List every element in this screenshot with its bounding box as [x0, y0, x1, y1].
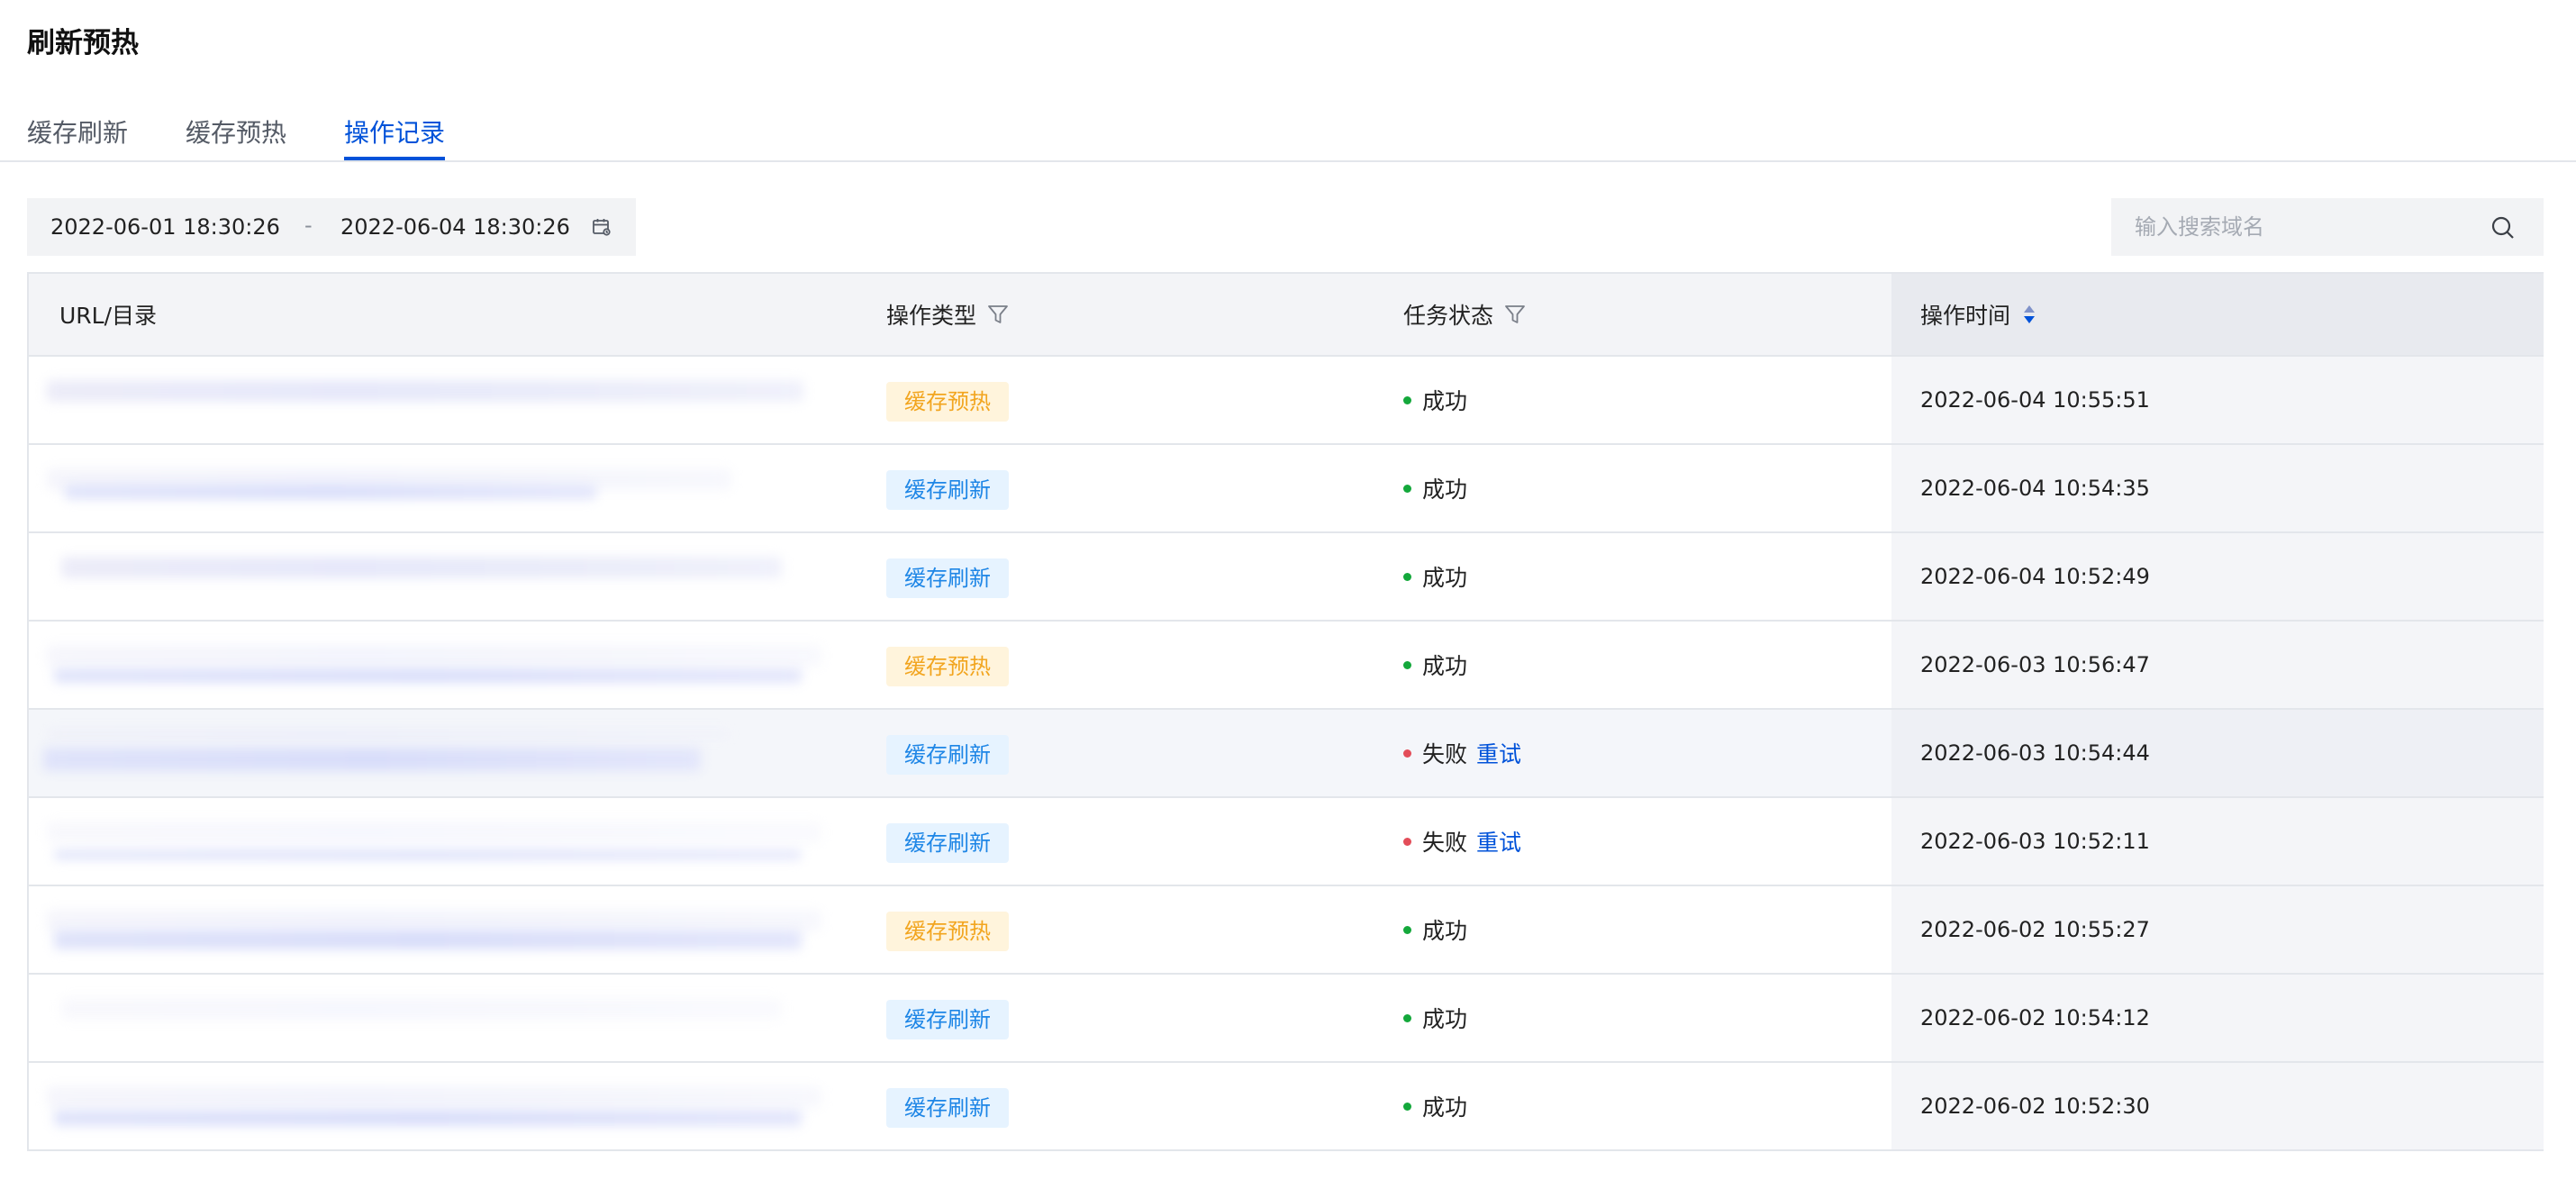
status-dot — [1403, 925, 1411, 934]
date-start-value[interactable]: 2022-06-01 18:30:26 — [50, 214, 280, 240]
url-cell-redacted — [47, 910, 821, 931]
column-label-status: 任务状态 — [1403, 303, 1494, 329]
url-cell-redacted — [47, 380, 803, 402]
operation-type-tag: 缓存刷新 — [886, 1088, 1009, 1128]
status-text: 成功 — [1422, 477, 1468, 503]
url-cell-redacted — [61, 998, 782, 1020]
status-dot — [1403, 395, 1411, 404]
status-text: 失败 — [1422, 830, 1468, 856]
status-text: 成功 — [1422, 565, 1468, 591]
tab-cache-refresh[interactable]: 缓存刷新 — [27, 113, 128, 150]
operation-time: 2022-06-02 10:55:27 — [1920, 917, 2150, 942]
url-cell-redacted — [61, 557, 782, 578]
operation-time: 2022-06-04 10:54:35 — [1920, 476, 2150, 501]
status-text: 成功 — [1422, 918, 1468, 944]
status-dot — [1403, 572, 1411, 581]
operation-time: 2022-06-04 10:52:49 — [1920, 564, 2150, 589]
url-cell-redacted — [47, 1086, 821, 1108]
column-label-type: 操作类型 — [886, 303, 977, 329]
operation-time: 2022-06-02 10:52:30 — [1920, 1094, 2150, 1119]
table-row: 缓存预热 成功 2022-06-02 10:55:27 — [29, 885, 2544, 973]
status-text: 成功 — [1422, 653, 1468, 679]
table-row: 缓存刷新 成功 2022-06-04 10:52:49 — [29, 531, 2544, 620]
operation-time: 2022-06-03 10:56:47 — [1920, 652, 2150, 677]
url-cell-redacted — [54, 668, 802, 683]
table-row: 缓存预热 成功 2022-06-03 10:56:47 — [29, 620, 2544, 708]
operation-time: 2022-06-02 10:54:12 — [1920, 1005, 2150, 1030]
date-separator: - — [304, 213, 313, 238]
url-cell-redacted — [43, 748, 701, 771]
operation-type-tag: 缓存刷新 — [886, 735, 1009, 775]
status-text: 成功 — [1422, 1094, 1468, 1121]
column-header-type: 操作类型 — [886, 274, 1011, 355]
status-text: 成功 — [1422, 1006, 1468, 1032]
date-range-picker[interactable]: 2022-06-01 18:30:26 - 2022-06-04 18:30:2… — [27, 198, 636, 256]
filter-icon[interactable] — [985, 302, 1011, 327]
url-cell-redacted — [47, 645, 821, 667]
url-cell-redacted — [65, 485, 596, 499]
sort-icon[interactable] — [2021, 302, 2037, 327]
table-row: 缓存刷新 成功 2022-06-02 10:52:30 — [29, 1061, 2544, 1149]
table-row: 缓存刷新 失败 重试 2022-06-03 10:54:44 — [29, 708, 2544, 796]
url-cell-redacted — [54, 930, 802, 949]
operation-time: 2022-06-04 10:55:51 — [1920, 387, 2150, 413]
date-end-value[interactable]: 2022-06-04 18:30:26 — [340, 214, 570, 240]
calendar-icon[interactable] — [591, 216, 612, 238]
task-status: 失败 重试 — [1403, 710, 1521, 796]
operation-type-tag: 缓存刷新 — [886, 1000, 1009, 1039]
task-status: 成功 — [1403, 357, 1467, 443]
operation-time: 2022-06-03 10:52:11 — [1920, 829, 2150, 854]
column-header-url: URL/目录 — [59, 274, 157, 355]
domain-search-box — [2111, 198, 2544, 256]
table-row: 缓存预热 成功 2022-06-04 10:55:51 — [29, 355, 2544, 443]
column-label-time: 操作时间 — [1920, 303, 2011, 329]
operation-type-tag: 缓存预热 — [886, 912, 1009, 951]
task-status: 失败 重试 — [1403, 798, 1521, 885]
table-row: 缓存刷新 失败 重试 2022-06-03 10:52:11 — [29, 796, 2544, 885]
url-cell-redacted — [47, 821, 821, 843]
status-dot — [1403, 1013, 1411, 1022]
table-header: URL/目录 操作类型 任务状态 操作时间 — [29, 274, 2544, 355]
operation-type-tag: 缓存刷新 — [886, 558, 1009, 598]
tab-operation-records[interactable]: 操作记录 — [344, 113, 445, 150]
operation-type-tag: 缓存预热 — [886, 382, 1009, 422]
table-row: 缓存刷新 成功 2022-06-04 10:54:35 — [29, 443, 2544, 531]
status-dot — [1403, 837, 1411, 846]
tab-cache-preheat[interactable]: 缓存预热 — [186, 113, 286, 150]
operation-time: 2022-06-03 10:54:44 — [1920, 740, 2150, 766]
url-cell-redacted — [54, 850, 802, 859]
operation-type-tag: 缓存刷新 — [886, 823, 1009, 863]
status-text: 失败 — [1422, 741, 1468, 767]
retry-link[interactable]: 重试 — [1476, 825, 1521, 858]
url-cell-redacted — [54, 1110, 802, 1126]
url-cell-redacted — [47, 728, 731, 740]
status-dot — [1403, 749, 1411, 758]
active-tab-indicator — [344, 157, 445, 160]
page-title: 刷新预热 — [27, 27, 139, 59]
status-text: 成功 — [1422, 388, 1468, 414]
column-header-status: 任务状态 — [1403, 274, 1528, 355]
domain-search-input[interactable] — [2111, 198, 2490, 256]
status-dot — [1403, 1102, 1411, 1111]
table-row: 缓存刷新 成功 2022-06-02 10:54:12 — [29, 973, 2544, 1061]
task-status: 成功 — [1403, 445, 1467, 531]
status-dot — [1403, 484, 1411, 493]
column-header-time[interactable]: 操作时间 — [1891, 274, 2544, 355]
task-status: 成功 — [1403, 1063, 1467, 1149]
search-icon[interactable] — [2490, 214, 2517, 241]
task-status: 成功 — [1403, 622, 1467, 708]
operation-type-tag: 缓存预热 — [886, 647, 1009, 686]
task-status: 成功 — [1403, 533, 1467, 620]
column-label-url: URL/目录 — [59, 303, 158, 329]
retry-link[interactable]: 重试 — [1476, 737, 1521, 769]
status-dot — [1403, 660, 1411, 669]
operation-records-table: URL/目录 操作类型 任务状态 操作时间 缓存预热 成功 2022-06-04… — [27, 272, 2544, 1151]
task-status: 成功 — [1403, 886, 1467, 973]
filter-icon[interactable] — [1502, 302, 1528, 327]
tab-bar: 缓存刷新 缓存预热 操作记录 — [0, 106, 2576, 162]
task-status: 成功 — [1403, 975, 1467, 1061]
operation-type-tag: 缓存刷新 — [886, 470, 1009, 510]
